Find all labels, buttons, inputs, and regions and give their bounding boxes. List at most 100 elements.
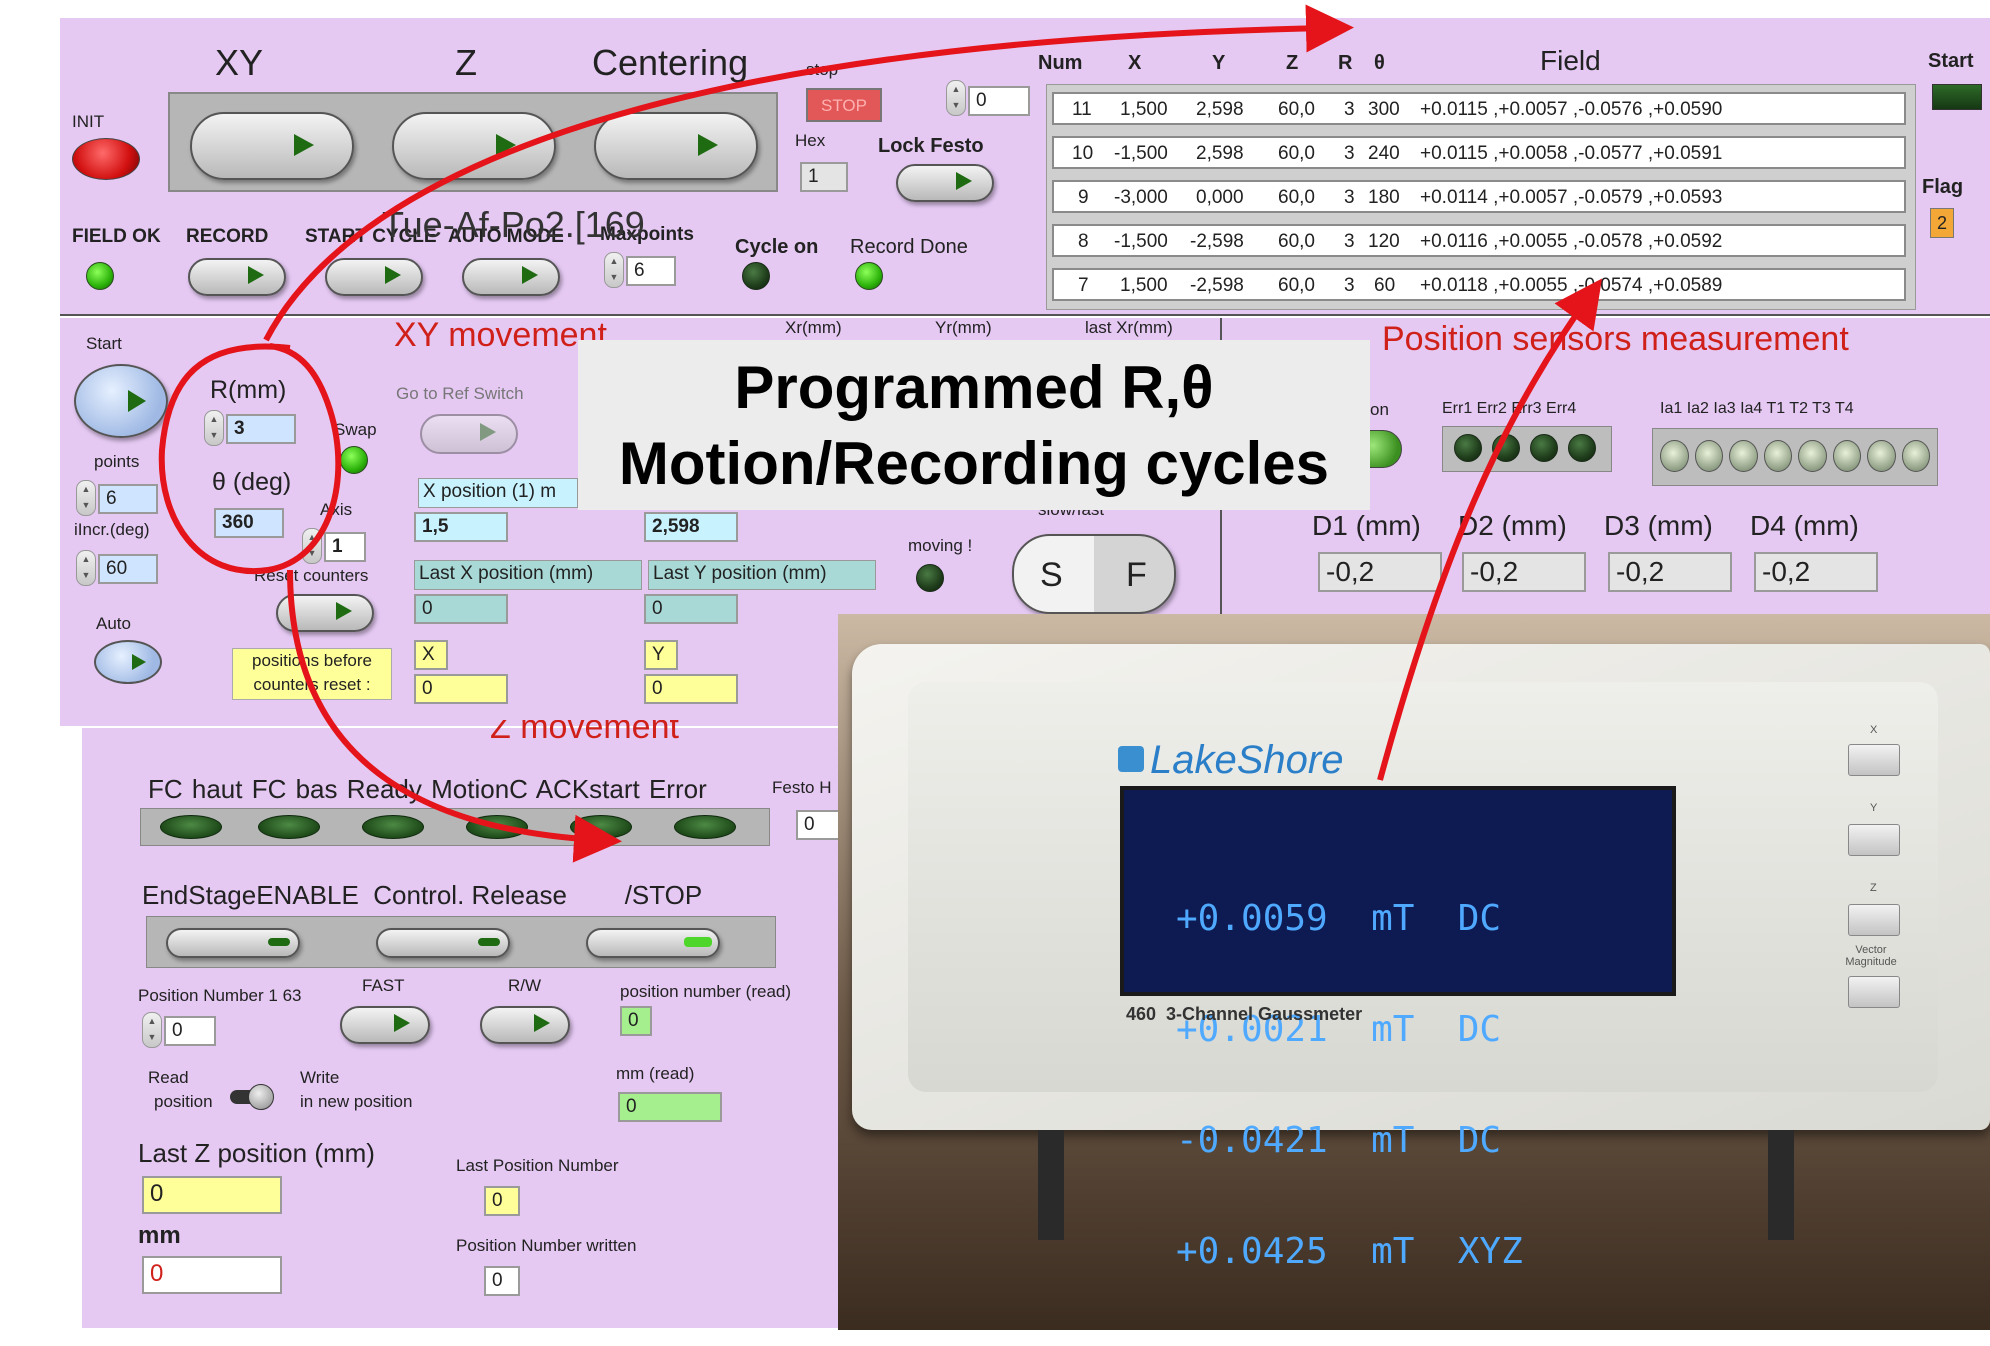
rw-button[interactable]: [480, 1006, 570, 1044]
fast-label: FAST: [362, 976, 405, 995]
d2-label: D2 (mm): [1458, 510, 1567, 541]
maxpoints-field[interactable]: 6: [626, 256, 676, 286]
positions-before-line1: positions before: [251, 651, 373, 670]
cell-x: 1,500: [1120, 275, 1168, 296]
last-z-field: 0: [142, 1176, 282, 1214]
axis-stepper[interactable]: ▲ ▼: [302, 528, 322, 564]
ia-t-leds: [1660, 440, 1930, 472]
hex-field[interactable]: 1: [800, 162, 848, 192]
read-write-switch[interactable]: [230, 1084, 274, 1110]
record-done-label: Record Done: [850, 236, 968, 258]
position-number-field[interactable]: 0: [164, 1016, 216, 1046]
cell-r: 3: [1344, 143, 1355, 164]
lakeshore-logo: LakeShore: [1150, 738, 1344, 782]
gaussmeter-x-button[interactable]: [1848, 744, 1900, 776]
record-button[interactable]: [188, 258, 286, 296]
stop-counter-field[interactable]: 0: [968, 86, 1030, 116]
r-stepper[interactable]: ▲ ▼: [204, 410, 224, 446]
cell-x: 1,500: [1120, 99, 1168, 120]
incr-stepper[interactable]: ▲ ▼: [76, 550, 96, 586]
error-led: [674, 815, 736, 839]
col-x: X: [1128, 52, 1142, 74]
ia4-led: [1763, 440, 1792, 472]
d4-label: D4 (mm): [1750, 510, 1859, 541]
err1-led: [1454, 434, 1482, 462]
t4-led: [1901, 440, 1930, 472]
auto-mode-button[interactable]: [462, 258, 560, 296]
init-button[interactable]: [72, 138, 140, 180]
ia2-led: [1694, 440, 1723, 472]
x-position-field[interactable]: 1,5: [414, 512, 508, 542]
xy-run-button[interactable]: [190, 112, 354, 180]
gaussmeter-z-button[interactable]: [1848, 904, 1900, 936]
z-run-button[interactable]: [392, 112, 556, 180]
gaussmeter-display: +0.0059 mT DC +0.0021 mT DC -0.0421 mT D…: [1120, 786, 1676, 1270]
cell-num: 7: [1078, 275, 1089, 296]
table-row: 11 1,500 2,598 60,0 3 300 +0.0115 ,+0.00…: [1052, 92, 1906, 125]
rw-label: R/W: [508, 976, 542, 995]
cell-x: -1,500: [1114, 231, 1168, 252]
moving-label: moving !: [908, 536, 973, 555]
lock-festo-button[interactable]: [896, 164, 994, 202]
tab-xy[interactable]: XY: [215, 42, 263, 84]
stop-counter-stepper[interactable]: ▲ ▼: [946, 80, 966, 116]
write-position-line1: Write: [300, 1068, 340, 1087]
ia1-led: [1660, 440, 1689, 472]
centering-run-button[interactable]: [594, 112, 758, 180]
swap-label: Swap: [334, 420, 377, 439]
cell-y: 2,598: [1196, 143, 1244, 164]
cell-field: +0.0116 ,+0.0055 ,-0.0578 ,+0.0592: [1420, 231, 1723, 252]
points-stepper[interactable]: ▲ ▼: [76, 480, 96, 516]
yr-label: Yr(mm): [935, 318, 992, 337]
start-cycle-button[interactable]: [325, 258, 423, 296]
moving-led: [916, 564, 944, 592]
xy-start-label: Start: [86, 334, 122, 353]
control-release-button[interactable]: [376, 928, 510, 958]
divider-horizontal: [60, 314, 1990, 316]
endstage-enable-button[interactable]: [166, 928, 300, 958]
slow-fast-toggle[interactable]: S F: [1012, 534, 1176, 614]
axis-field[interactable]: 1: [324, 532, 366, 562]
points-field[interactable]: 6: [98, 484, 158, 514]
incr-field[interactable]: 60: [98, 554, 158, 584]
record-done-led: [855, 262, 883, 290]
read-position-line1: Read: [148, 1068, 189, 1087]
maxpoints-stepper[interactable]: ▲ ▼: [604, 252, 624, 288]
read-position-label: Read position: [148, 1066, 213, 1114]
y-before-field: 0: [644, 674, 738, 704]
cell-num: 8: [1078, 231, 1089, 252]
tab-z[interactable]: Z: [455, 42, 477, 84]
col-field: Field: [1540, 45, 1601, 76]
stop-button[interactable]: STOP: [806, 88, 882, 122]
callout-line1: Programmed R,θ: [734, 354, 1214, 421]
y-position-field[interactable]: 2,598: [644, 512, 738, 542]
reading-magnitude: +0.0425 mT XYZ: [1176, 1231, 1523, 1272]
t1-led: [1798, 440, 1827, 472]
last-y-label: Last Y position (mm): [648, 560, 876, 590]
z-stop-button[interactable]: [586, 928, 720, 958]
write-position-label: Write in new position: [300, 1066, 412, 1114]
festo-h-label: Festo H: [772, 778, 832, 797]
flag-indicator: 2: [1930, 208, 1954, 238]
cell-y: -2,598: [1190, 231, 1244, 252]
d3-field: -0,2: [1608, 552, 1732, 592]
r-field[interactable]: 3: [226, 414, 296, 444]
mm-read-label: mm (read): [616, 1064, 695, 1083]
auto-button[interactable]: [94, 640, 162, 684]
fast-button[interactable]: [340, 1006, 430, 1044]
field-ok-label: FIELD OK: [72, 226, 161, 247]
reset-counters-button[interactable]: [276, 594, 374, 632]
position-number-read-label: position number (read): [620, 982, 792, 1001]
tab-centering[interactable]: Centering: [592, 42, 748, 84]
xy-start-button[interactable]: [74, 364, 168, 438]
gaussmeter-y-label: Y: [1870, 802, 1878, 814]
cell-theta: 300: [1368, 99, 1400, 120]
errors-label: Err1 Err2 Err3 Err4: [1442, 400, 1577, 417]
gaussmeter-vector-button[interactable]: [1848, 976, 1900, 1008]
err3-led: [1530, 434, 1558, 462]
theta-field[interactable]: 360: [214, 508, 284, 538]
go-ref-button[interactable]: [420, 414, 518, 454]
position-number-stepper[interactable]: ▲ ▼: [142, 1012, 162, 1048]
hex-label: Hex: [795, 131, 826, 150]
gaussmeter-y-button[interactable]: [1848, 824, 1900, 856]
